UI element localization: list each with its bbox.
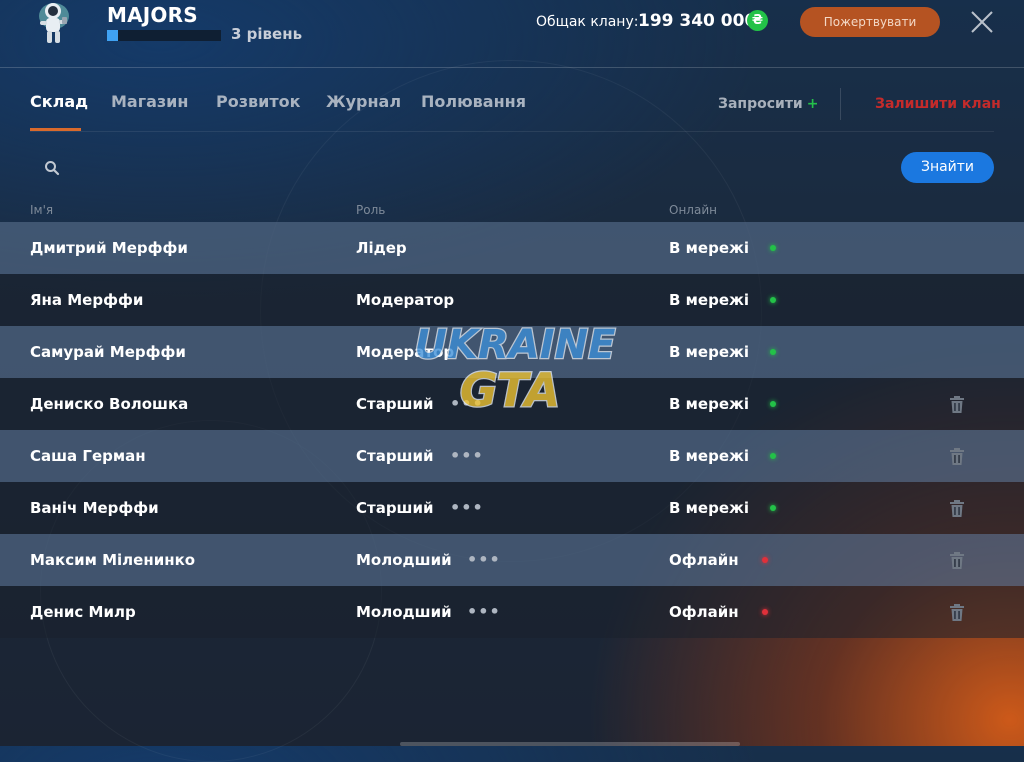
trash-icon[interactable] bbox=[948, 551, 966, 570]
member-name: Денис Милр bbox=[30, 603, 136, 621]
member-name: Самурай Мерффи bbox=[30, 343, 186, 361]
tab-poliuvannia[interactable]: Полювання bbox=[421, 92, 526, 111]
member-status: В мережі bbox=[669, 343, 750, 361]
member-status: В мережі bbox=[669, 447, 750, 465]
trash-icon[interactable] bbox=[948, 499, 966, 518]
find-button[interactable]: Знайти bbox=[901, 152, 994, 183]
trash-icon[interactable] bbox=[948, 395, 966, 414]
tab-magazyn[interactable]: Магазин bbox=[111, 92, 188, 111]
close-icon[interactable] bbox=[968, 8, 996, 36]
tab-rozvytok[interactable]: Розвиток bbox=[216, 92, 300, 111]
more-options-icon[interactable]: ••• bbox=[467, 534, 501, 586]
clan-level-progress-fill bbox=[107, 30, 119, 41]
search-input[interactable] bbox=[66, 154, 370, 182]
member-name: Дениско Волошка bbox=[30, 395, 189, 413]
table-row[interactable]: Денис Милр Молодший ••• Офлайн bbox=[0, 586, 1024, 638]
member-status: В мережі bbox=[669, 499, 750, 517]
member-name: Яна Мерффи bbox=[30, 291, 144, 309]
invite-button[interactable]: Запросити + bbox=[718, 96, 818, 112]
leave-clan-button[interactable]: Залишити клан bbox=[875, 96, 1001, 112]
invite-label: Запросити bbox=[718, 96, 803, 112]
tab-zhurnal[interactable]: Журнал bbox=[326, 92, 401, 111]
column-header-name: Ім'я bbox=[30, 203, 54, 217]
column-header-online: Онлайн bbox=[669, 203, 717, 217]
column-header-role: Роль bbox=[356, 203, 386, 217]
member-role: Лідер bbox=[356, 239, 407, 257]
table-row[interactable]: Дмитрий Мерффи Лідер В мережі bbox=[0, 222, 1024, 274]
divider bbox=[840, 88, 841, 120]
clan-bank-value: 199 340 000 bbox=[638, 11, 757, 31]
member-role: Старший bbox=[356, 447, 434, 465]
member-name: Дмитрий Мерффи bbox=[30, 239, 188, 257]
member-name: Саша Герман bbox=[30, 447, 146, 465]
trash-icon[interactable] bbox=[948, 447, 966, 466]
member-status: Офлайн bbox=[669, 603, 739, 621]
offline-status-dot bbox=[762, 557, 768, 563]
coin-icon: ₴ bbox=[747, 10, 768, 31]
tab-sklad[interactable]: Склад bbox=[30, 92, 88, 111]
member-status: В мережі bbox=[669, 239, 750, 257]
member-status: В мережі bbox=[669, 395, 750, 413]
more-options-icon[interactable]: ••• bbox=[467, 586, 501, 638]
search-icon bbox=[45, 161, 60, 176]
clan-bank-label: Общак клану: bbox=[536, 14, 639, 30]
online-status-dot bbox=[770, 401, 776, 407]
online-status-dot bbox=[770, 297, 776, 303]
horizontal-scrollbar[interactable] bbox=[400, 742, 740, 746]
member-role: Молодший bbox=[356, 551, 452, 569]
svg-text:GTA: GTA bbox=[460, 363, 560, 417]
table-row[interactable]: Максим Міленинко Молодший ••• Офлайн bbox=[0, 534, 1024, 586]
member-role: Молодший bbox=[356, 603, 452, 621]
more-options-icon[interactable]: ••• bbox=[450, 482, 484, 534]
member-name: Ваніч Мерффи bbox=[30, 499, 159, 517]
clan-level-label: 3 рівень bbox=[231, 25, 303, 43]
clan-name: MAJORS bbox=[107, 3, 198, 27]
member-role: Старший bbox=[356, 499, 434, 517]
member-status: В мережі bbox=[669, 291, 750, 309]
clan-header: MAJORS 3 рівень Общак клану: 199 340 000… bbox=[0, 0, 1024, 68]
table-row[interactable]: Саша Герман Старший ••• В мережі bbox=[0, 430, 1024, 482]
member-name: Максим Міленинко bbox=[30, 551, 196, 569]
astronaut-avatar-icon bbox=[39, 3, 69, 43]
clan-level-progress-bar bbox=[107, 30, 221, 41]
online-status-dot bbox=[770, 453, 776, 459]
trash-icon[interactable] bbox=[948, 603, 966, 622]
plus-icon: + bbox=[806, 96, 819, 112]
online-status-dot bbox=[770, 245, 776, 251]
online-status-dot bbox=[770, 505, 776, 511]
more-options-icon[interactable]: ••• bbox=[450, 430, 484, 482]
ukraine-gta-watermark-logo: UKRAINE GTA bbox=[413, 321, 616, 419]
svg-text:UKRAINE: UKRAINE bbox=[415, 322, 616, 368]
divider bbox=[30, 131, 994, 132]
member-status: Офлайн bbox=[669, 551, 739, 569]
table-row[interactable]: Ваніч Мерффи Старший ••• В мережі bbox=[0, 482, 1024, 534]
online-status-dot bbox=[770, 349, 776, 355]
donate-button[interactable]: Пожертвувати bbox=[800, 7, 940, 37]
offline-status-dot bbox=[762, 609, 768, 615]
